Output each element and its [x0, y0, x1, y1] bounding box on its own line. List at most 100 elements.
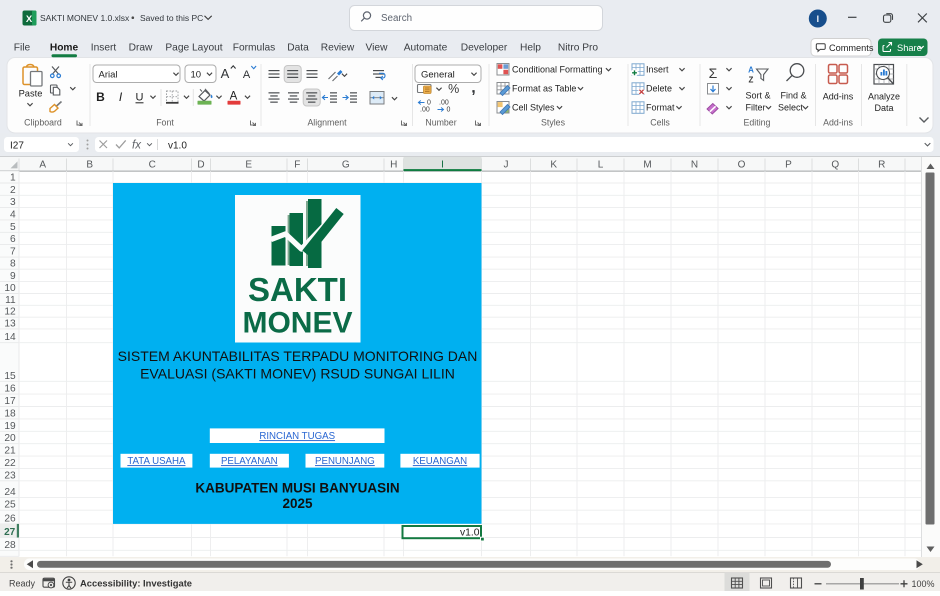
- svg-text:Page Layout: Page Layout: [165, 43, 222, 54]
- svg-text:I: I: [441, 160, 444, 171]
- svg-text:2: 2: [10, 185, 16, 196]
- svg-text:I27: I27: [10, 141, 24, 152]
- svg-text:KEUANGAN: KEUANGAN: [413, 456, 467, 467]
- svg-text:Font: Font: [156, 118, 174, 128]
- svg-text:7: 7: [10, 247, 16, 258]
- svg-text:0: 0: [447, 107, 451, 114]
- svg-text:Analyze: Analyze: [868, 92, 900, 102]
- svg-text:R: R: [878, 160, 885, 171]
- svg-text:Styles: Styles: [541, 118, 566, 128]
- svg-text:20: 20: [4, 433, 16, 444]
- svg-text:16: 16: [4, 384, 16, 395]
- svg-text:10: 10: [191, 70, 202, 81]
- svg-text:v1.0: v1.0: [460, 528, 480, 539]
- svg-text:A: A: [39, 160, 46, 171]
- svg-text:100%: 100%: [911, 579, 934, 589]
- svg-text:Q: Q: [831, 160, 839, 171]
- svg-text:13: 13: [4, 318, 16, 329]
- svg-text:PELAYANAN: PELAYANAN: [221, 456, 278, 467]
- svg-text:Home: Home: [50, 43, 79, 54]
- svg-text:1: 1: [10, 173, 16, 184]
- svg-text:Nitro Pro: Nitro Pro: [558, 43, 599, 54]
- svg-text:RINCIAN TUGAS: RINCIAN TUGAS: [259, 431, 335, 442]
- svg-text:Filter: Filter: [746, 103, 766, 113]
- svg-text:26: 26: [4, 513, 16, 524]
- svg-text:K: K: [550, 160, 557, 171]
- svg-text:Draw: Draw: [129, 43, 153, 54]
- svg-text:%: %: [448, 82, 459, 96]
- svg-text:B: B: [86, 160, 93, 171]
- svg-text:Review: Review: [321, 43, 355, 54]
- svg-text:24: 24: [4, 487, 16, 498]
- svg-text:TATA USAHA: TATA USAHA: [127, 456, 186, 467]
- svg-text:G: G: [342, 160, 350, 171]
- svg-text:Share: Share: [897, 43, 922, 53]
- svg-text:Z: Z: [749, 76, 754, 85]
- svg-text:KABUPATEN MUSI BANYUASIN: KABUPATEN MUSI BANYUASIN: [195, 480, 399, 495]
- svg-text:SAKTI MONEV 1.0.xlsx: SAKTI MONEV 1.0.xlsx: [40, 13, 130, 23]
- svg-text:Conditional Formatting: Conditional Formatting: [512, 65, 603, 75]
- svg-text:L: L: [598, 160, 604, 171]
- svg-text:22: 22: [4, 458, 16, 469]
- svg-text:Saved to this PC: Saved to this PC: [140, 13, 203, 23]
- svg-text:General: General: [421, 70, 455, 81]
- svg-text:MONEV: MONEV: [242, 307, 352, 340]
- svg-text:fx: fx: [132, 140, 142, 152]
- svg-text:14: 14: [4, 332, 16, 343]
- svg-text:Data: Data: [287, 43, 309, 54]
- svg-text:Add-ins: Add-ins: [823, 118, 853, 128]
- svg-text:Sort &: Sort &: [745, 91, 770, 101]
- svg-text:O: O: [738, 160, 746, 171]
- svg-text:Search: Search: [381, 13, 412, 24]
- svg-text:View: View: [366, 43, 389, 54]
- svg-text:11: 11: [5, 295, 16, 306]
- svg-text:Paste: Paste: [19, 89, 43, 99]
- svg-text:J: J: [504, 160, 509, 171]
- svg-text:.00: .00: [439, 100, 449, 107]
- svg-text:A: A: [230, 91, 238, 103]
- svg-text:Σ: Σ: [709, 65, 718, 81]
- svg-text:Automate: Automate: [404, 43, 448, 54]
- svg-text:Cell Styles: Cell Styles: [512, 103, 555, 113]
- svg-text:Select: Select: [778, 103, 804, 113]
- svg-text:.00: .00: [420, 107, 430, 114]
- svg-text:3: 3: [10, 197, 16, 208]
- svg-text:v1.0: v1.0: [168, 141, 187, 152]
- svg-text:Comments: Comments: [829, 43, 874, 53]
- svg-text:,: ,: [471, 80, 475, 97]
- svg-text:Format: Format: [646, 103, 675, 113]
- svg-text:Delete: Delete: [646, 84, 672, 94]
- svg-text:Format as Table: Format as Table: [512, 84, 576, 94]
- svg-text:D: D: [197, 160, 204, 171]
- svg-text:X: X: [26, 14, 33, 25]
- svg-text:EVALUASI (SAKTI MONEV) RSUD SU: EVALUASI (SAKTI MONEV) RSUD SUNGAI LILIN: [140, 366, 455, 382]
- svg-text:F: F: [294, 160, 300, 171]
- svg-text:21: 21: [4, 446, 16, 457]
- svg-text:Ready: Ready: [9, 578, 36, 588]
- svg-text:Add-ins: Add-ins: [823, 92, 854, 102]
- svg-text:A: A: [243, 69, 251, 81]
- svg-text:Insert: Insert: [91, 43, 117, 54]
- svg-text:Insert: Insert: [646, 65, 669, 75]
- svg-text:0: 0: [427, 100, 431, 107]
- svg-text:PENUNJANG: PENUNJANG: [315, 456, 375, 467]
- svg-text:Developer: Developer: [461, 43, 508, 54]
- svg-text:17: 17: [4, 396, 16, 407]
- svg-text:A: A: [221, 66, 230, 81]
- svg-text:Accessibility: Investigate: Accessibility: Investigate: [80, 577, 192, 588]
- svg-text:10: 10: [4, 283, 16, 294]
- svg-text:27: 27: [4, 527, 16, 538]
- svg-text:P: P: [785, 160, 792, 171]
- svg-text:Cells: Cells: [650, 118, 670, 128]
- svg-text:A: A: [748, 66, 754, 75]
- svg-text:E: E: [245, 160, 252, 171]
- svg-text:Number: Number: [425, 118, 456, 128]
- svg-text:Editing: Editing: [744, 118, 771, 128]
- svg-text:12: 12: [4, 307, 16, 318]
- svg-text:5: 5: [10, 222, 16, 233]
- svg-text:2025: 2025: [282, 496, 313, 511]
- svg-text:I: I: [816, 14, 819, 25]
- svg-text:25: 25: [4, 500, 16, 511]
- svg-text:C: C: [149, 160, 156, 171]
- svg-text:Clipboard: Clipboard: [24, 118, 62, 128]
